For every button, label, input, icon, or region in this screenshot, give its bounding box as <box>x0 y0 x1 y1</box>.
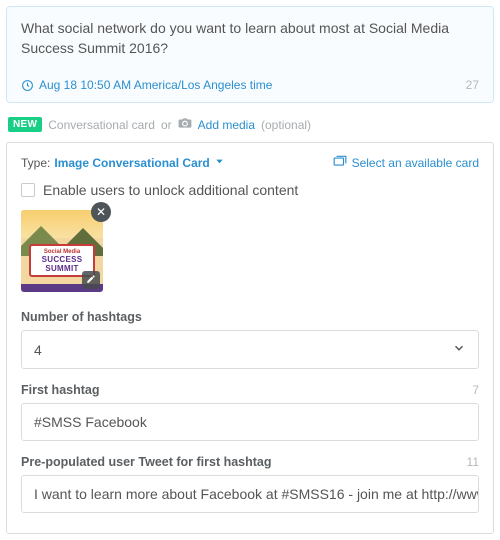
prepop-tweet-label: Pre-populated user Tweet for first hasht… <box>21 455 272 469</box>
card-type-value: Image Conversational Card <box>54 156 209 170</box>
prepop-tweet-input[interactable]: I want to learn more about Facebook at #… <box>21 475 479 513</box>
chevron-down-icon <box>214 156 225 170</box>
select-card-label: Select an available card <box>352 156 479 170</box>
card-panel: Type: Image Conversational Card Select a… <box>6 142 494 534</box>
clock-icon <box>21 79 34 92</box>
enable-unlock-label: Enable users to unlock additional conten… <box>43 182 298 198</box>
pencil-icon <box>86 274 96 287</box>
num-hashtags-select[interactable]: 4 <box>21 330 479 369</box>
attach-bar: NEW Conversational card or Add media (op… <box>0 113 500 142</box>
schedule-button[interactable]: Aug 18 10:50 AM America/Los Angeles time <box>21 78 272 92</box>
prepop-tweet-count: 11 <box>467 455 479 469</box>
cards-icon <box>333 155 347 170</box>
first-hashtag-label: First hashtag <box>21 383 100 397</box>
num-hashtags-value: 4 <box>34 342 42 358</box>
new-badge: NEW <box>8 117 42 132</box>
first-hashtag-input[interactable]: #SMSS Facebook <box>21 403 479 441</box>
first-hashtag-field: First hashtag 7 #SMSS Facebook <box>21 383 479 441</box>
compose-text[interactable]: What social network do you want to learn… <box>21 19 479 58</box>
or-text: or <box>161 118 172 132</box>
conversational-card-link[interactable]: Conversational card <box>48 118 155 132</box>
camera-icon <box>178 117 192 132</box>
type-label: Type: <box>21 156 50 170</box>
close-icon: ✕ <box>96 205 106 219</box>
media-thumbnail-wrap: Social Media SUCCESS SUMMIT ✕ <box>21 210 103 292</box>
select-available-card-link[interactable]: Select an available card <box>333 155 479 170</box>
optional-text: (optional) <box>261 118 311 132</box>
first-hashtag-count: 7 <box>472 383 479 397</box>
prepop-tweet-field: Pre-populated user Tweet for first hasht… <box>21 455 479 513</box>
num-hashtags-label: Number of hashtags <box>21 310 142 324</box>
thumb-line2: SUCCESS <box>33 255 91 264</box>
edit-media-button[interactable] <box>82 271 100 289</box>
num-hashtags-field: Number of hashtags 4 <box>21 310 479 369</box>
schedule-time: Aug 18 10:50 AM America/Los Angeles time <box>39 78 272 92</box>
compose-box: What social network do you want to learn… <box>6 6 494 103</box>
remove-media-button[interactable]: ✕ <box>91 202 111 222</box>
add-media-link[interactable]: Add media <box>198 118 255 132</box>
enable-unlock-checkbox[interactable] <box>21 183 35 197</box>
card-type-dropdown[interactable]: Image Conversational Card <box>54 156 224 170</box>
enable-unlock-row[interactable]: Enable users to unlock additional conten… <box>21 182 479 198</box>
chevron-down-icon <box>452 341 466 358</box>
char-count: 27 <box>466 78 479 92</box>
